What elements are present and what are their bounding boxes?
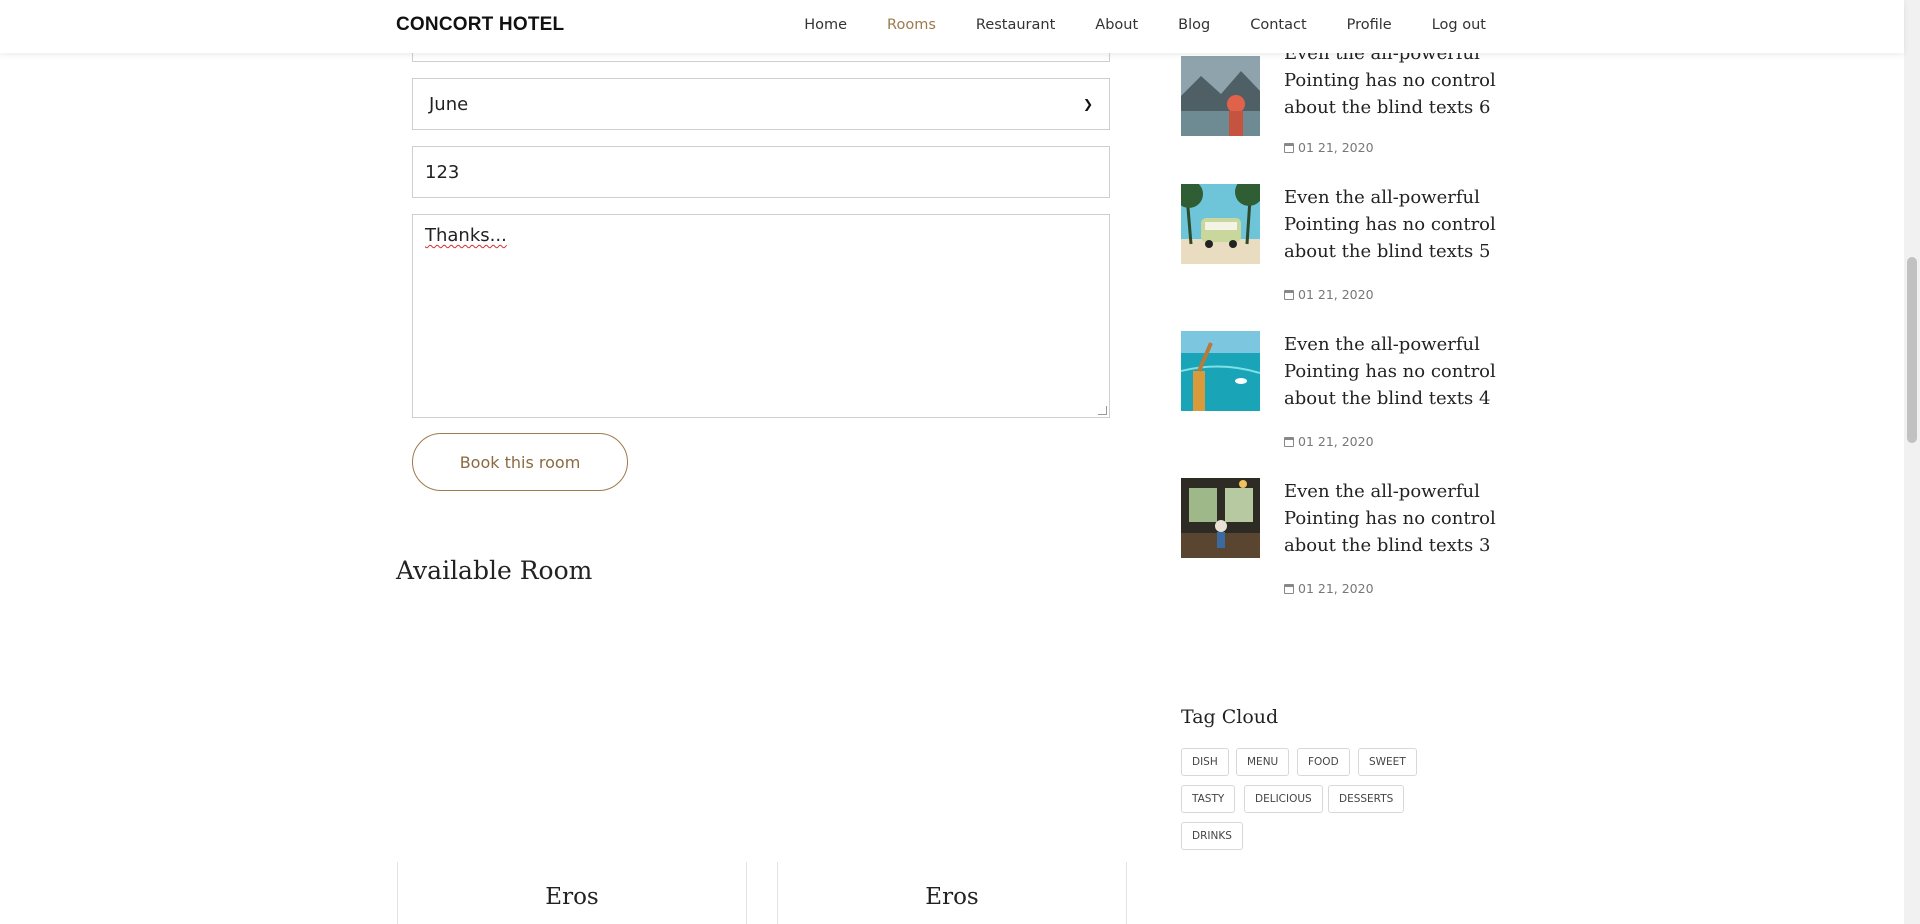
recent-post[interactable]: Even the all-powerful Pointing has no co… [1181,331,1501,449]
message-textarea[interactable]: Thanks... [412,214,1110,418]
room-card-name: Eros [925,884,979,910]
calendar-icon [1284,142,1294,153]
navbar: CONCORT HOTEL Home Rooms Restaurant Abou… [0,0,1904,53]
post-title[interactable]: Even the all-powerful Pointing has no co… [1284,331,1514,412]
post-date: 01 21, 2020 [1284,581,1374,596]
post-date-text: 01 21, 2020 [1298,287,1374,302]
room-card[interactable]: Eros [397,862,747,924]
calendar-icon [1284,583,1294,594]
month-select[interactable]: June ❯ [412,78,1110,130]
page-scrollbar[interactable] [1904,0,1920,924]
post-date: 01 21, 2020 [1284,140,1374,155]
post-thumbnail-image[interactable] [1181,331,1260,411]
month-select-value: June [429,93,469,115]
tag-desserts[interactable]: DESSERTS [1328,785,1405,813]
tag-cloud-heading: Tag Cloud [1181,706,1279,728]
post-thumbnail-image[interactable] [1181,478,1260,558]
tag-delicious[interactable]: DELICIOUS [1244,785,1323,813]
tag-tasty[interactable]: TASTY [1181,785,1236,813]
number-input-value: 123 [425,161,460,183]
post-date: 01 21, 2020 [1284,434,1374,449]
book-room-button[interactable]: Book this room [412,433,628,491]
nav-blog[interactable]: Blog [1178,17,1210,33]
calendar-icon [1284,289,1294,300]
nav-logout[interactable]: Log out [1432,17,1486,33]
nav-menu: Home Rooms Restaurant About Blog Contact… [764,17,1486,33]
post-thumbnail-image[interactable] [1181,184,1260,264]
nav-contact[interactable]: Contact [1250,17,1306,33]
tag-drinks[interactable]: DRINKS [1181,822,1243,850]
nav-home[interactable]: Home [804,17,847,33]
resize-handle-icon[interactable] [1098,406,1107,415]
nav-rooms[interactable]: Rooms [887,17,936,33]
post-date-text: 01 21, 2020 [1298,140,1374,155]
post-date: 01 21, 2020 [1284,287,1374,302]
post-title[interactable]: Even the all-powerful Pointing has no co… [1284,184,1514,265]
post-title[interactable]: Even the all-powerful Pointing has no co… [1284,478,1514,559]
nav-restaurant[interactable]: Restaurant [976,17,1055,33]
tag-dish[interactable]: DISH [1181,748,1229,776]
room-card[interactable]: Eros [777,862,1127,924]
tag-food[interactable]: FOOD [1297,748,1350,776]
nav-about[interactable]: About [1095,17,1138,33]
recent-post[interactable]: Even the all-powerful Pointing has no co… [1181,478,1501,596]
scrollbar-thumb[interactable] [1907,257,1917,443]
tag-sweet[interactable]: SWEET [1358,748,1417,776]
chevron-down-icon: ❯ [1082,97,1093,111]
available-room-heading: Available Room [396,556,593,585]
post-date-text: 01 21, 2020 [1298,434,1374,449]
post-thumbnail-image[interactable] [1181,56,1260,136]
nav-profile[interactable]: Profile [1347,17,1392,33]
tag-menu[interactable]: MENU [1236,748,1290,776]
room-card-name: Eros [545,884,599,910]
number-input[interactable]: 123 [412,146,1110,198]
recent-post[interactable]: Even the all-powerful Pointing has no co… [1181,43,1501,166]
recent-post[interactable]: Even the all-powerful Pointing has no co… [1181,184,1501,302]
brand-logo[interactable]: CONCORT HOTEL [396,14,564,36]
message-textarea-value: Thanks... [425,225,507,246]
calendar-icon [1284,436,1294,447]
post-date-text: 01 21, 2020 [1298,581,1374,596]
